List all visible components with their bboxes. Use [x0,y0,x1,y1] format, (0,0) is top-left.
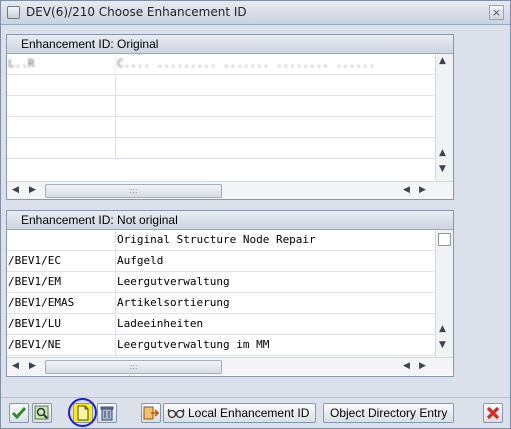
enhancement-id-cell: /BEV1/LU [7,314,116,334]
transfer-icon [143,406,160,420]
find-button[interactable] [32,403,52,423]
local-enhancement-id-label: Local Enhancement ID [188,406,310,420]
description-cell: Leergutverwaltung [117,275,230,288]
table-row[interactable]: /BEV1/EM Leergutverwaltung [7,272,435,293]
scroll-left-icon[interactable]: ◀ [12,185,19,195]
scroll-right-icon[interactable]: ▶ [419,361,426,371]
scroll-down-icon[interactable]: ▼ [439,164,446,174]
original-panel-header: Enhancement ID: Original [7,35,453,54]
cancel-button[interactable] [483,403,503,423]
checkmark-icon [11,407,27,420]
scroll-right-icon[interactable]: ▶ [29,361,36,371]
description-cell: Aufgeld [117,254,164,267]
enhancement-id-cell: /BEV1/EM [7,272,116,292]
enhancement-id-cell: /BEV1/EC [7,251,116,271]
scroll-thumb[interactable]: ::: [45,360,222,374]
scroll-right-icon[interactable]: ▶ [419,185,426,195]
scroll-up-icon[interactable]: ▲ [439,148,446,158]
close-icon[interactable]: × [489,5,504,20]
glasses-icon [167,408,185,419]
table-row[interactable] [7,75,435,96]
local-enhancement-id-button[interactable]: Local Enhancement ID [163,403,317,423]
original-panel: Enhancement ID: Original L..R C.... ....… [6,34,454,200]
description-cell: Artikelsortierung [117,296,230,309]
scroll-left-icon[interactable]: ◀ [403,185,410,195]
scroll-up-icon[interactable]: ▲ [439,324,446,334]
enhancement-id-cell: /BEV1/NE [7,335,116,355]
not-original-grid: Original Structure Node Repair /BEV1/EC … [7,230,453,357]
scroll-up-icon[interactable]: ▲ [439,56,446,66]
scroll-left-icon[interactable]: ◀ [403,361,410,371]
column-settings-icon[interactable] [438,233,451,246]
table-row[interactable]: /BEV1/NE Leergutverwaltung im MM [7,335,435,356]
table-row[interactable] [7,96,435,117]
table-row[interactable]: /BEV1/LU Ladeeinheiten [7,314,435,335]
button-toolbar: Local Enhancement ID Object Directory En… [1,397,510,428]
transfer-button[interactable] [141,403,161,423]
window-title: DEV(6)/210 Choose Enhancement ID [26,5,247,19]
table-row[interactable] [7,138,435,159]
not-original-panel-header: Enhancement ID: Not original [7,211,453,230]
enhancement-id-cell: L..R [7,54,116,74]
scroll-down-icon[interactable]: ▼ [439,340,446,350]
horizontal-scrollbar[interactable]: ◀ ▶ ::: ◀ ▶ [7,357,453,375]
description-cell: C.... ......... ....... ........ ...... [117,57,376,70]
scroll-left-icon[interactable]: ◀ [12,361,19,371]
object-directory-entry-label: Object Directory Entry [330,406,448,420]
not-original-panel: Enhancement ID: Not original Original St… [6,210,454,377]
highlight-circle [68,398,97,427]
vertical-scrollbar[interactable]: ▲ ▼ [435,230,453,357]
original-grid: L..R C.... ......... ....... ........ ..… [7,54,453,181]
enhancement-id-cell: /BEV1/EMAS [7,293,116,313]
description-cell: Leergutverwaltung im MM [117,338,270,351]
search-icon [34,405,49,420]
description-cell: Original Structure Node Repair [117,233,316,246]
confirm-button[interactable] [9,403,29,423]
delete-button[interactable] [97,403,117,423]
table-row[interactable]: Original Structure Node Repair [7,230,435,251]
description-cell: Ladeeinheiten [117,317,204,330]
object-directory-entry-button[interactable]: Object Directory Entry [323,403,455,423]
cancel-icon [486,406,500,420]
dialog-window: DEV(6)/210 Choose Enhancement ID × Enhan… [0,0,511,429]
table-row[interactable]: /BEV1/EC Aufgeld [7,251,435,272]
table-row[interactable]: /BEV1/EMAS Artikelsortierung [7,293,435,314]
table-row[interactable]: L..R C.... ......... ....... ........ ..… [7,54,435,75]
vertical-scrollbar[interactable]: ▲ ▲ ▼ [435,54,453,181]
app-icon [7,6,20,19]
table-row[interactable] [7,117,435,138]
enhancement-id-cell [7,230,116,250]
title-bar: DEV(6)/210 Choose Enhancement ID × [1,1,510,25]
trash-icon [100,406,114,421]
scroll-right-icon[interactable]: ▶ [29,185,36,195]
horizontal-scrollbar[interactable]: ◀ ▶ ::: ◀ ▶ [7,181,453,199]
scroll-thumb[interactable]: ::: [45,184,222,198]
